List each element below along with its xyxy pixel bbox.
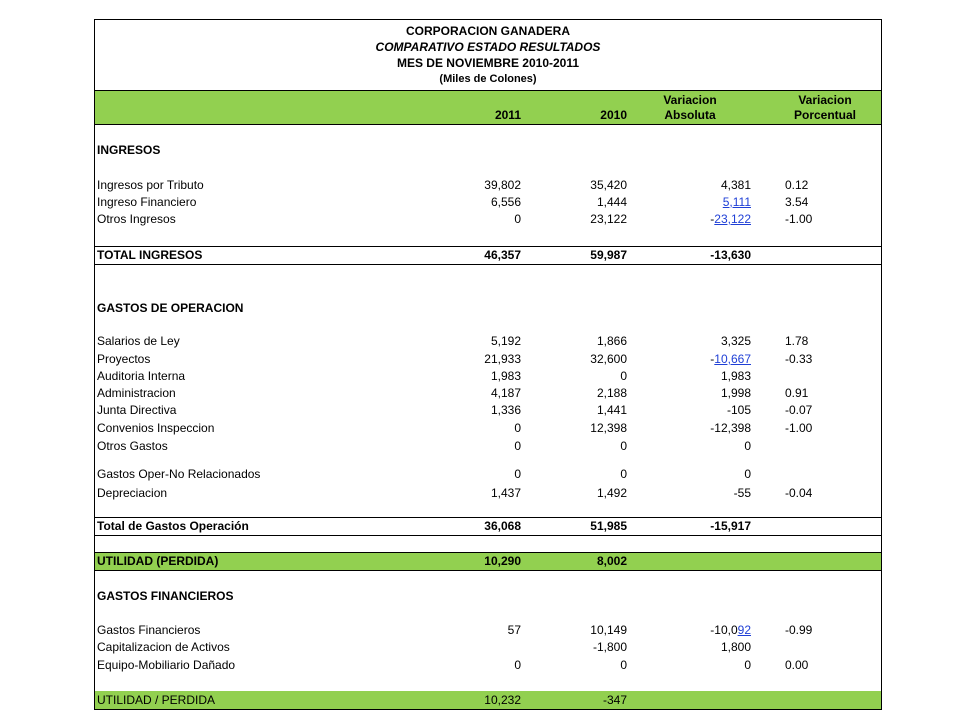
- hyperlink-value[interactable]: 92: [738, 623, 751, 637]
- table-row: Ingresos por Tributo 39,802 35,420 4,381…: [97, 178, 809, 192]
- col-header-abs-bottom: Absoluta: [664, 108, 716, 122]
- company-title: CORPORACION GANADERA: [405, 24, 570, 38]
- table-row: Salarios de Ley 5,192 1,866 3,325 1.78: [97, 334, 809, 348]
- financial-statement-sheet: CORPORACION GANADERA COMPARATIVO ESTADO …: [94, 19, 882, 710]
- units-note: (Miles de Colones): [439, 73, 537, 85]
- divider: [95, 90, 881, 91]
- final-row: UTILIDAD / PERDIDA 10,232 -347: [97, 693, 627, 707]
- section-title-financieros: GASTOS FINANCIEROS: [97, 589, 234, 603]
- table-row: Junta Directiva 1,336 1,441 -105 -0.07: [97, 403, 813, 417]
- table-row: Gastos Financieros 57 10,149 -10,092 -0.…: [97, 623, 813, 637]
- col-header-pct-top: Variacion: [798, 93, 852, 107]
- table-row: Capitalizacion de Activos -1,800 1,800: [97, 640, 751, 654]
- table-row: Convenios Inspeccion 0 12,398 -12,398 -1…: [97, 421, 813, 435]
- table-row: Proyectos 21,933 32,600 -10,667 -0.33: [97, 352, 813, 366]
- table-row: Ingreso Financiero 6,556 1,444 5,111 3.5…: [97, 195, 809, 209]
- col-header-abs-top: Variacion: [663, 93, 717, 107]
- table-row: Otros Ingresos 0 23,122 -23,122 -1.00: [97, 212, 813, 226]
- divider: [95, 264, 881, 265]
- hyperlink-value[interactable]: 5,111: [723, 195, 751, 209]
- divider: [95, 535, 881, 536]
- table-row: Otros Gastos 0 0 0: [97, 439, 751, 453]
- col-header-pct-bottom: Porcentual: [793, 108, 856, 122]
- period-title: MES DE NOVIEMBRE 2010-2011: [396, 56, 580, 70]
- table-row: Auditoria Interna 1,983 0 1,983: [97, 369, 751, 383]
- report-title: COMPARATIVO ESTADO RESULTADOS: [375, 40, 601, 54]
- utilidad-row: UTILIDAD (PERDIDA) 10,290 8,002: [97, 554, 627, 568]
- col-header-2011: 2011: [494, 108, 521, 122]
- hyperlink-value[interactable]: 10,667: [714, 352, 751, 366]
- divider: [95, 570, 881, 571]
- total-row-gastos: Total de Gastos Operación 36,068 51,985 …: [97, 519, 751, 533]
- section-title-gastos: GASTOS DE OPERACION: [97, 301, 244, 315]
- col-header-2010: 2010: [600, 108, 627, 122]
- section-title-ingresos: INGRESOS: [97, 143, 161, 157]
- table-row: Administracion 4,187 2,188 1,998 0.91: [97, 386, 809, 400]
- table-row: Gastos Oper-No Relacionados 0 0 0: [97, 467, 751, 481]
- total-row-ingresos: TOTAL INGRESOS 46,357 59,987 -13,630: [97, 248, 751, 262]
- hyperlink-value[interactable]: 23,122: [714, 212, 751, 226]
- divider: [95, 709, 881, 710]
- table-row: Equipo-Mobiliario Dañado 0 0 0 0.00: [97, 658, 809, 672]
- table-row: Depreciacion 1,437 1,492 -55 -0.04: [97, 486, 813, 500]
- divider: [95, 124, 881, 125]
